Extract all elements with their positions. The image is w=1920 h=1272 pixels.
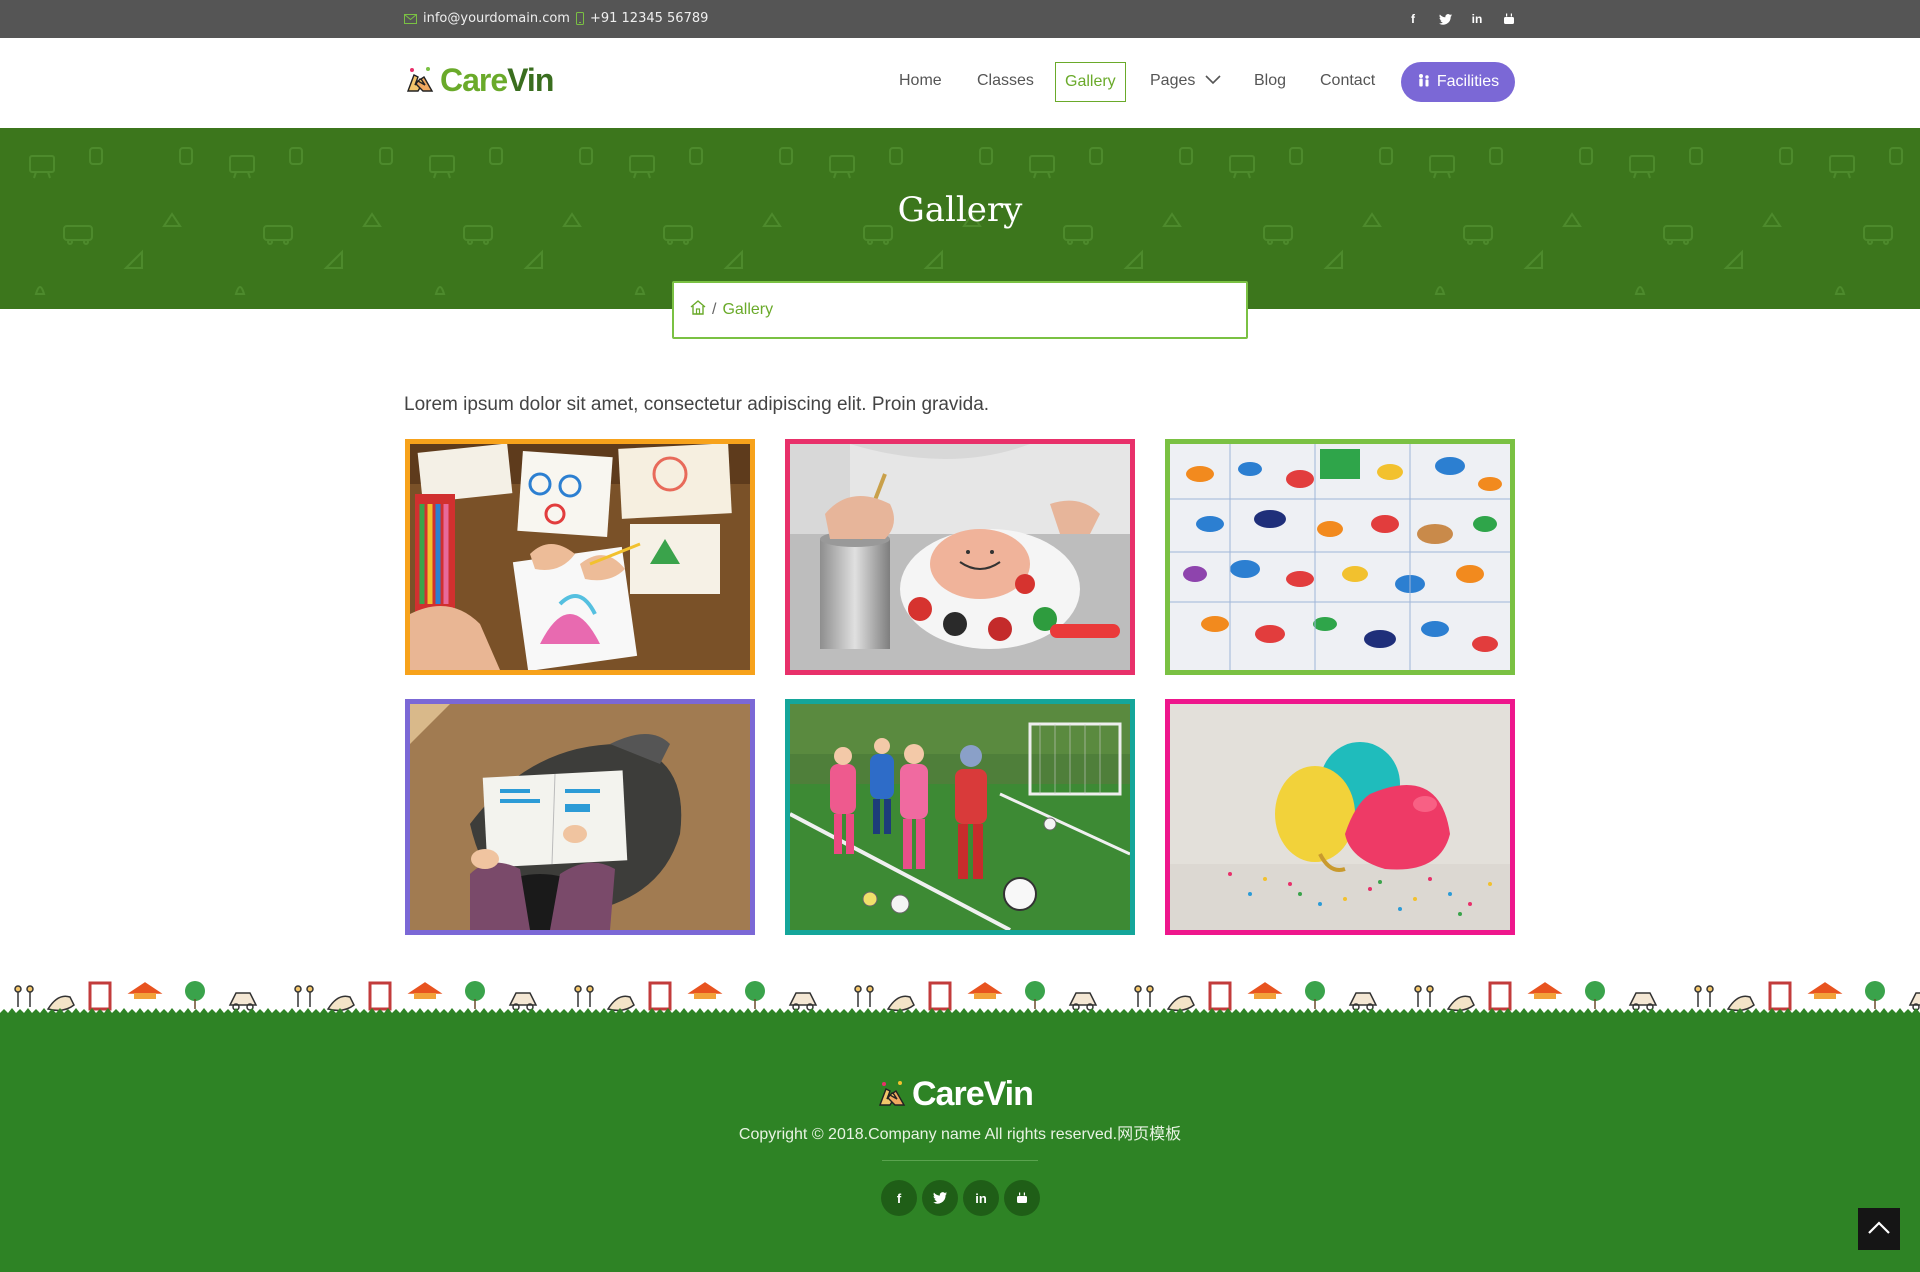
- contact-email[interactable]: info@yourdomain.com: [423, 11, 570, 26]
- gallery-photo-coloring[interactable]: [405, 439, 755, 675]
- gallery-photo-reading[interactable]: [405, 699, 755, 935]
- footer-brand-name: CareVin: [912, 1075, 1034, 1113]
- youtube-icon[interactable]: [1004, 1180, 1040, 1216]
- breadcrumb-separator: /: [712, 301, 717, 318]
- nav-contact[interactable]: Contact: [1320, 72, 1375, 90]
- main-nav: Home Classes Gallery Pages Blog Contact …: [0, 38, 1920, 128]
- contact-phone: +91 12345 56789: [589, 11, 709, 26]
- mobile-icon: [575, 12, 584, 25]
- contact-info: info@yourdomain.com +91 12345 56789: [404, 11, 708, 26]
- intro-text: Lorem ipsum dolor sit amet, consectetur …: [404, 394, 990, 415]
- copyright-text: Copyright © 2018.Company name All rights…: [738, 1126, 1182, 1143]
- back-to-top-button[interactable]: [1858, 1208, 1900, 1250]
- breadcrumb-current: Gallery: [722, 301, 774, 318]
- footer-logo[interactable]: CareVin: [876, 1075, 1034, 1114]
- breadcrumb: / Gallery: [672, 281, 1248, 339]
- linkedin-icon[interactable]: in: [1468, 10, 1486, 28]
- home-icon[interactable]: [690, 300, 706, 320]
- nav-pages[interactable]: Pages: [1150, 72, 1221, 90]
- gallery-photo-fish-drawings[interactable]: [1165, 439, 1515, 675]
- top-bar: info@yourdomain.com +91 12345 56789 f in: [0, 0, 1920, 38]
- nav-home[interactable]: Home: [899, 72, 942, 90]
- facebook-icon[interactable]: f: [1404, 10, 1422, 28]
- page-title: Gallery: [897, 190, 1023, 230]
- site-footer: CareVin Copyright © 2018.Company name Al…: [0, 1020, 1920, 1272]
- footer-divider: [882, 1160, 1038, 1161]
- nav-blog[interactable]: Blog: [1254, 72, 1286, 90]
- chevron-down-icon: [1205, 72, 1221, 90]
- facilities-button[interactable]: Facilities: [1401, 62, 1515, 102]
- gallery-photo-painting[interactable]: [785, 439, 1135, 675]
- nav-pages-label: Pages: [1150, 72, 1196, 89]
- people-icon: [1417, 73, 1431, 92]
- facebook-icon[interactable]: f: [881, 1180, 917, 1216]
- envelope-icon: [404, 13, 417, 24]
- twitter-icon[interactable]: [922, 1180, 958, 1216]
- linkedin-icon[interactable]: in: [963, 1180, 999, 1216]
- nav-gallery[interactable]: Gallery: [1055, 62, 1126, 102]
- facilities-label: Facilities: [1436, 73, 1500, 90]
- nav-classes[interactable]: Classes: [977, 72, 1034, 90]
- youtube-icon[interactable]: [1500, 10, 1518, 28]
- hands-logo-icon: [876, 1077, 908, 1113]
- gallery-photo-football[interactable]: [785, 699, 1135, 935]
- gallery-grid: [405, 439, 1515, 936]
- footer-social-links: f in: [881, 1180, 1040, 1216]
- playground-border: [0, 975, 1920, 1023]
- chevron-up-icon: [1867, 1220, 1891, 1239]
- gallery-photo-balloons[interactable]: [1165, 699, 1515, 935]
- twitter-icon[interactable]: [1436, 10, 1454, 28]
- site-header: CareVin Home Classes Gallery Pages Blog …: [0, 38, 1920, 128]
- top-social-links: f in: [1404, 10, 1518, 28]
